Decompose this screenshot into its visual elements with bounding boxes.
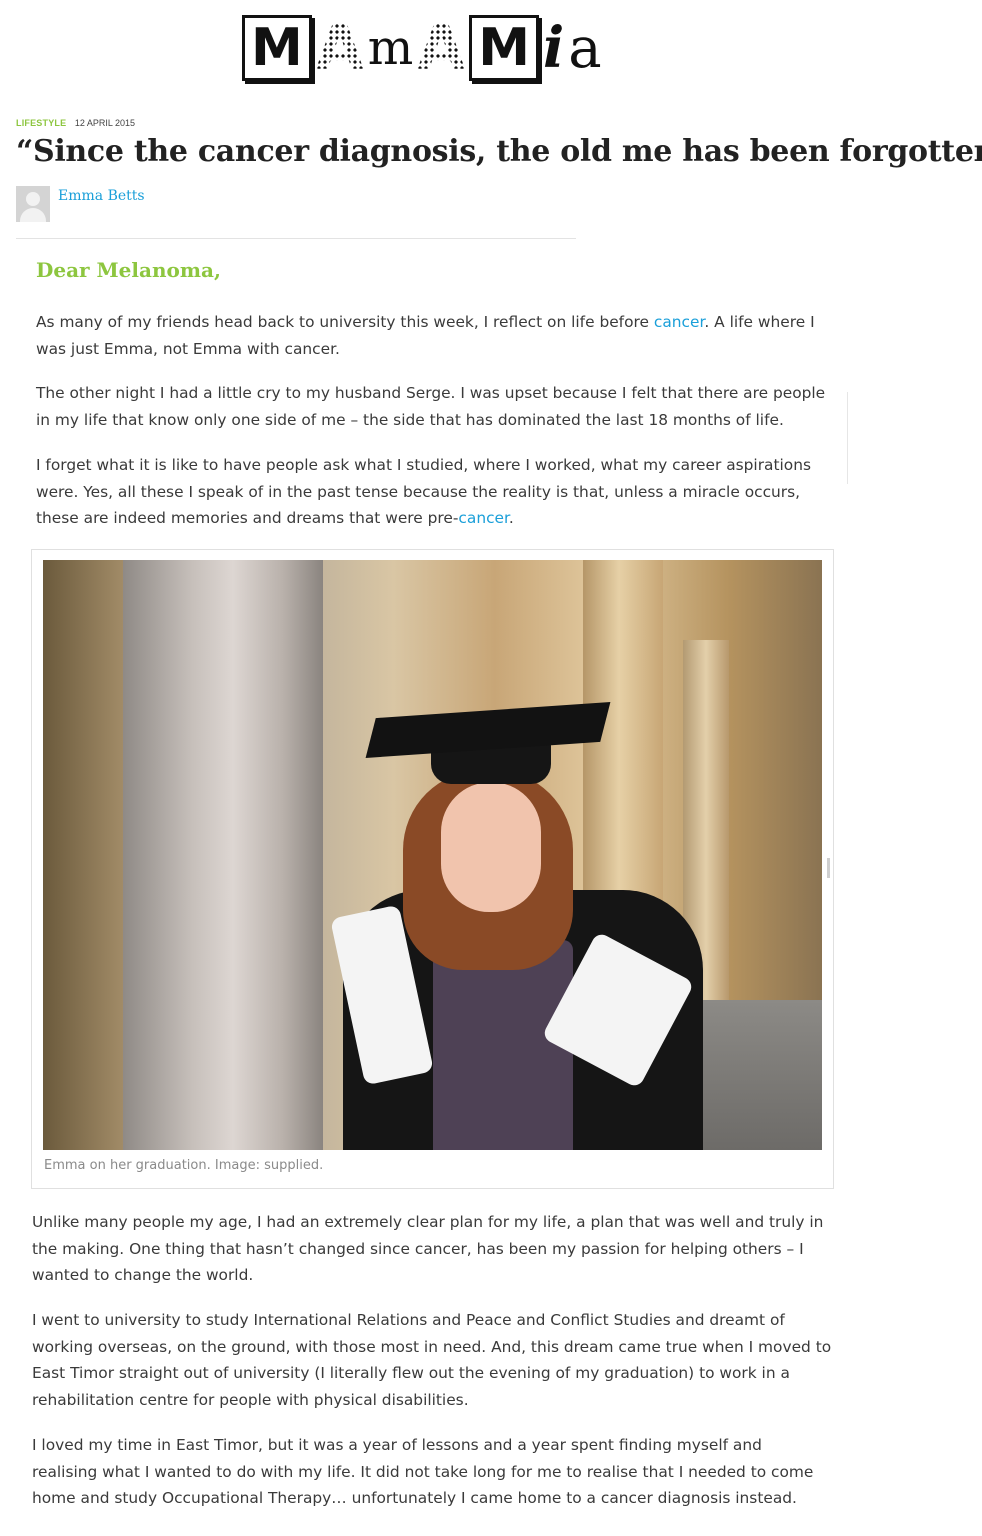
logo-letter-m: M — [242, 15, 312, 81]
salutation: Dear Melanoma, — [36, 258, 221, 282]
scroll-marker — [827, 858, 830, 878]
image-caption: Emma on her graduation. Image: supplied. — [44, 1158, 324, 1173]
paragraph-1-text-a: As many of my friends head back to unive… — [36, 313, 654, 331]
paragraph-3-text-a: I forget what it is like to have people … — [36, 456, 811, 527]
paragraph-2: The other night I had a little cry to my… — [36, 384, 826, 429]
paragraph-5: I went to university to study Internatio… — [32, 1311, 832, 1409]
logo-letter-a-dotted-2: A — [417, 11, 466, 84]
logo-letter-a-dotted: A — [315, 11, 364, 84]
logo-letter-m-boxed: M — [469, 15, 539, 81]
sidebar-divider — [847, 392, 848, 484]
paragraph-3: I forget what it is like to have people … — [36, 452, 836, 532]
stone-column — [123, 560, 323, 1150]
article-figure: Emma on her graduation. Image: supplied. — [31, 549, 834, 1189]
article-meta: LIFESTYLE 12 APRIL 2015 — [16, 118, 135, 128]
paragraph-4: Unlike many people my age, I had an extr… — [32, 1213, 824, 1284]
graduation-photo — [43, 560, 822, 1150]
divider — [16, 238, 576, 239]
paragraph-6: I loved my time in East Timor, but it wa… — [32, 1436, 814, 1507]
publish-date: 12 APRIL 2015 — [74, 118, 136, 128]
mamamia-logo[interactable]: M A m A M i a — [242, 12, 602, 84]
cancer-link[interactable]: cancer — [654, 313, 705, 331]
face — [441, 782, 541, 912]
dress — [433, 940, 573, 1150]
category-link[interactable]: LIFESTYLE — [16, 118, 66, 128]
mortarboard-icon — [365, 702, 611, 758]
author-name-link[interactable]: Emma Betts — [58, 188, 145, 204]
author-avatar-icon[interactable] — [16, 186, 50, 222]
logo-letter-a-script: a — [568, 15, 602, 81]
article-headline: “Since the cancer diagnosis, the old me … — [16, 134, 982, 169]
cancer-link-2[interactable]: cancer — [458, 509, 509, 527]
paragraph-3-text-b: . — [508, 509, 514, 527]
logo-letter-i: i — [542, 15, 565, 81]
paragraph-1: As many of my friends head back to unive… — [36, 309, 836, 362]
logo-letter-m-type: m — [367, 20, 414, 76]
author-byline: Emma Betts — [16, 186, 145, 222]
